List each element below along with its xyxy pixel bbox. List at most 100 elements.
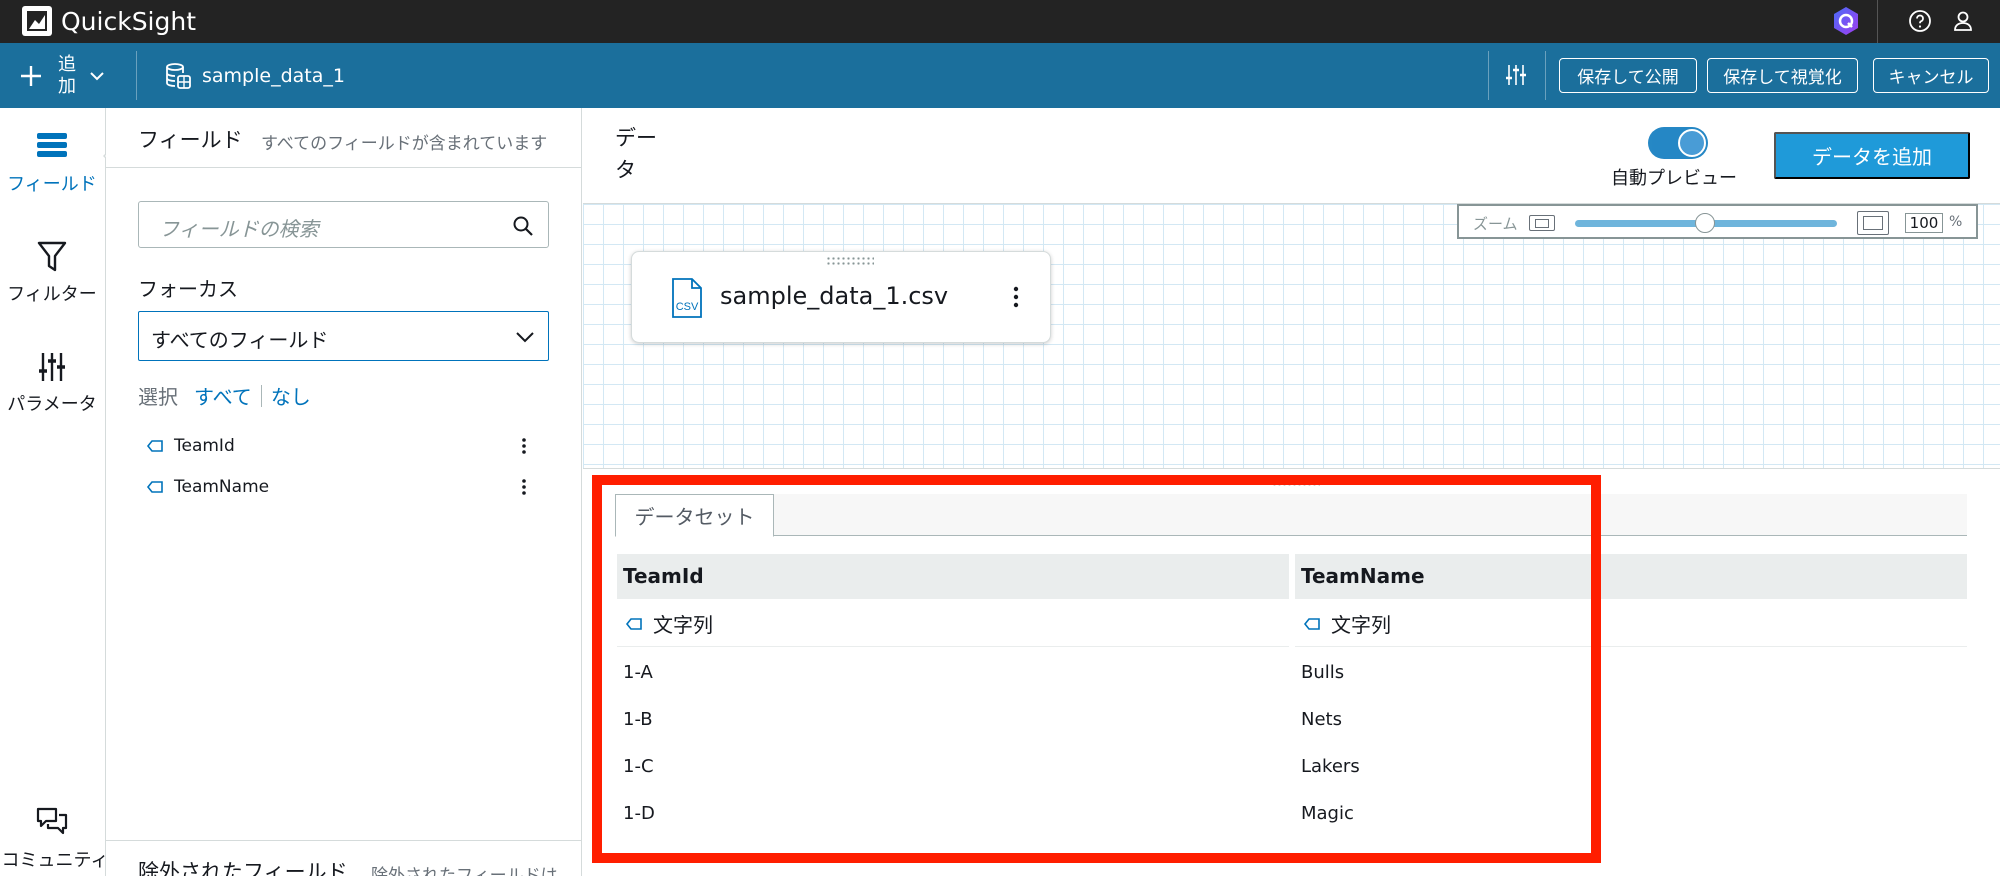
tab-dataset[interactable]: データセット [615,494,774,537]
left-rail: フィールド フィルター パラメータ コミュニティ [0,108,116,876]
string-tag-icon [146,440,163,452]
user-icon[interactable] [1950,8,1976,34]
excluded-fields-section[interactable]: 除外されたフィールド 除外されたフィールドは [106,840,581,876]
auto-preview-label: 自動プレビュー [1611,168,1737,189]
source-node[interactable]: CSV sample_data_1.csv [631,251,1051,343]
select-all-link[interactable]: すべて [194,381,252,410]
rail-item-label: パラメータ [7,394,97,415]
top-bar: QuickSight [0,0,2000,43]
sliders-icon [39,353,65,381]
app-logo[interactable]: QuickSight [22,4,196,38]
select-none-link[interactable]: なし [271,381,311,410]
rail-item-label: フィールド [7,174,97,195]
more-options-icon[interactable] [514,436,534,456]
rail-item-parameters[interactable]: パラメータ [0,350,104,416]
divider [260,384,262,407]
table-cell: Bulls [1301,662,1345,683]
drag-handle[interactable] [826,256,874,266]
dataset-name-label: sample_data_1 [202,65,345,87]
data-header: データ 自動プレビュー データを追加 [583,108,2000,204]
chevron-down-icon [516,332,534,343]
divider [1545,51,1546,100]
source-node-name: sample_data_1.csv [720,282,949,310]
select-label: 選択 [138,385,178,409]
column-header[interactable]: TeamName [1295,554,1967,599]
string-tag-icon [625,617,642,630]
search-placeholder: フィールドの検索 [159,217,319,241]
table-cell: 1-D [623,803,655,824]
more-options-icon[interactable] [1006,285,1026,309]
toggle-knob [1678,129,1706,157]
column-type[interactable]: 文字列 [617,601,1289,647]
rail-item-filter[interactable]: フィルター [0,240,104,306]
field-name: TeamId [174,436,235,456]
table-cell: Lakers [1301,756,1360,777]
fields-panel: フィールド すべてのフィールドが含まれています フィールドの検索 フォーカス す… [106,108,582,876]
zoom-label: ズーム [1473,215,1518,233]
app-title: QuickSight [61,6,197,36]
sliders-icon[interactable] [1503,62,1529,88]
zoom-unit: % [1949,214,1963,230]
field-item-teamid[interactable]: TeamId [146,431,546,461]
divider [136,51,137,100]
string-tag-icon [146,481,163,493]
column-type-label: 文字列 [1331,613,1391,637]
dataset-preview: データセット TeamId TeamName 文字列 文字列 1-A Bulls… [583,470,2000,876]
save-visualize-button[interactable]: 保存して視覚化 [1707,58,1858,93]
chevron-down-icon [90,71,104,80]
divider [1488,51,1489,100]
fields-panel-header: フィールド すべてのフィールドが含まれています [106,108,581,168]
panel-subtitle: すべてのフィールドが含まれています [261,134,548,154]
focus-label: フォーカス [138,277,238,301]
zoom-value-input[interactable]: 100 [1905,213,1943,233]
dataset-name[interactable]: sample_data_1 [164,61,345,91]
help-icon[interactable] [1907,8,1933,34]
plus-icon [21,65,41,86]
auto-preview-toggle[interactable] [1648,127,1708,159]
string-tag-icon [1303,617,1320,630]
dataset-toolbar: 追加 sample_data_1 保存して公開 保存して視覚化 キャンセル [0,43,2000,108]
field-item-teamname[interactable]: TeamName [146,472,546,502]
zoom-out-icon[interactable] [1529,215,1555,231]
excluded-subtitle: 除外されたフィールドは [371,866,558,876]
table-cell: 1-C [623,756,654,777]
table-cell: 1-A [623,662,653,683]
more-options-icon[interactable] [514,477,534,497]
field-name: TeamName [174,477,270,497]
table-cell: 1-B [623,709,653,730]
csv-file-icon: CSV [672,278,702,318]
search-icon[interactable] [512,215,534,237]
column-type-label: 文字列 [653,613,713,637]
filter-icon [37,241,67,272]
save-publish-button[interactable]: 保存して公開 [1559,58,1697,93]
focus-selected-value: すべてのフィールド [151,328,329,352]
database-icon [166,63,191,89]
excluded-title: 除外されたフィールド [138,860,348,876]
divider [1877,0,1878,43]
rail-item-community[interactable]: コミュニティ [0,806,108,872]
amazon-q-icon[interactable] [1830,5,1862,37]
rail-item-label: コミュニティ [1,850,109,871]
add-data-button[interactable]: データを追加 [1774,132,1970,179]
add-button[interactable]: 追加 [18,53,106,98]
panel-title: フィールド [138,128,243,152]
resize-handle[interactable] [1272,482,1320,488]
zoom-slider-handle[interactable] [1695,213,1715,233]
zoom-in-icon[interactable] [1857,211,1889,235]
rail-item-label: フィルター [7,284,97,305]
quicksight-logo-icon [22,6,52,36]
column-type[interactable]: 文字列 [1295,601,1967,647]
focus-select[interactable]: すべてのフィールド [138,311,549,361]
table-cell: Nets [1301,709,1342,730]
field-search-input[interactable]: フィールドの検索 [138,201,549,248]
fields-icon [37,133,67,157]
cancel-button[interactable]: キャンセル [1873,58,1989,93]
zoom-control: ズーム 100 % [1457,204,1978,239]
csv-icon-text: CSV [676,301,699,313]
column-header[interactable]: TeamId [617,554,1289,599]
select-controls: 選択 すべて なし [138,381,311,410]
data-canvas[interactable]: ズーム 100 % CSV sample_data_1.csv [583,204,2000,469]
chat-bubbles-icon [36,807,68,835]
rail-item-fields[interactable]: フィールド [0,130,104,196]
tab-strip: データセット [615,494,1967,537]
